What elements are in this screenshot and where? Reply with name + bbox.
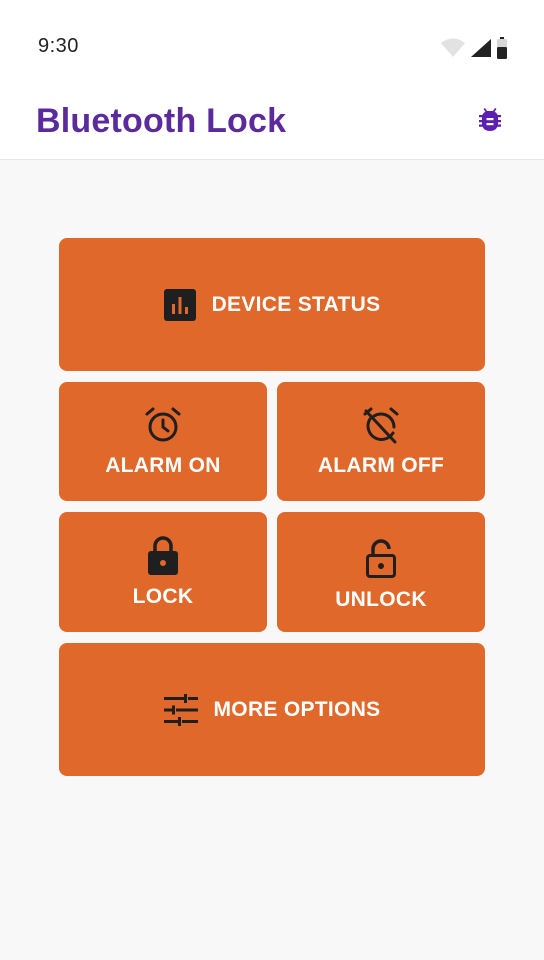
lock-label: LOCK (132, 585, 194, 608)
lock-button[interactable]: LOCK (59, 512, 267, 632)
bug-report-button[interactable] (474, 103, 506, 135)
tune-icon (163, 693, 198, 726)
device-status-label: DEVICE STATUS (211, 292, 381, 316)
bar-chart-icon (163, 288, 196, 321)
alarm-icon (144, 406, 182, 444)
unlock-label: UNLOCK (335, 588, 427, 611)
alarm-off-label: ALARM OFF (317, 453, 445, 477)
unlock-button[interactable]: UNLOCK (277, 512, 485, 632)
wifi-icon (440, 38, 466, 58)
more-options-label: MORE OPTIONS (213, 697, 381, 721)
alarm-off-button[interactable]: ALARM OFF (277, 382, 485, 501)
lock-open-icon (365, 538, 397, 578)
alarm-on-button[interactable]: ALARM ON (59, 382, 267, 501)
more-options-button[interactable]: MORE OPTIONS (59, 643, 485, 776)
status-icons (440, 36, 508, 60)
signal-icon (470, 38, 492, 58)
battery-icon (496, 37, 508, 59)
status-time: 9:30 (38, 35, 79, 57)
bug-icon (476, 104, 504, 134)
lock-icon (147, 535, 179, 575)
app-title: Bluetooth Lock (36, 102, 287, 140)
status-bar: 9:30 (0, 0, 544, 88)
app-bar: Bluetooth Lock (0, 88, 544, 160)
device-status-button[interactable]: DEVICE STATUS (59, 238, 485, 371)
alarm-off-icon (362, 406, 400, 444)
alarm-on-label: ALARM ON (105, 453, 221, 477)
